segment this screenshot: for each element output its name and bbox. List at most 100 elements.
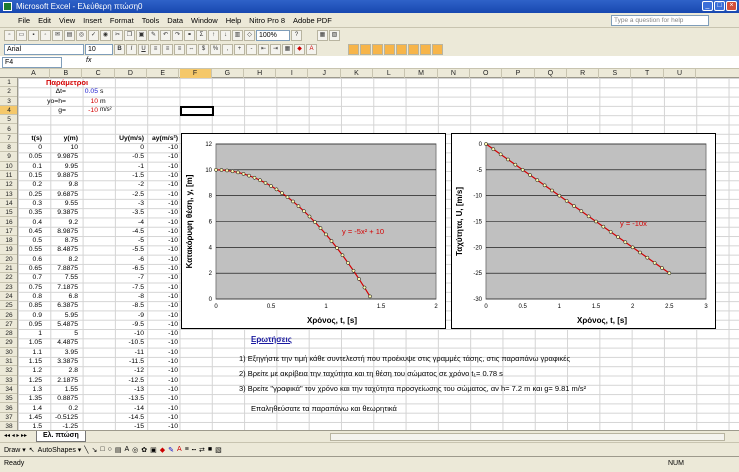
acrobat-icon-8[interactable] [432,43,443,55]
percent-icon[interactable]: % [210,43,221,55]
table-cell[interactable]: 9.8875 [50,171,78,180]
table-cell[interactable]: 5 [50,329,78,338]
menu-item-help[interactable]: Help [222,16,245,25]
column-header-k[interactable]: K [341,69,373,78]
table-cell[interactable]: 0.85 [18,301,42,310]
table-cell[interactable]: -10 [146,413,178,422]
table-cell[interactable]: 0.8875 [50,394,78,403]
table-cell[interactable]: -10.5 [114,338,145,347]
table-cell[interactable]: 0.5 [18,236,42,245]
acrobat-icon-2[interactable] [360,43,371,55]
table-cell[interactable]: -10 [146,199,178,208]
increase-indent-icon[interactable]: ⇥ [270,43,281,55]
row-header[interactable]: 7 [0,134,17,144]
table-cell[interactable]: -1 [114,162,144,171]
row-header[interactable]: 24 [0,292,17,302]
table-cell[interactable]: -10 [146,338,178,347]
clipart-icon[interactable]: ✿ [141,446,147,454]
pointer-icon[interactable]: ↖ [29,446,35,454]
table-cell[interactable]: -0.5125 [50,413,78,422]
align-center-icon[interactable]: ≡ [162,43,173,55]
table-cell[interactable]: 0.35 [18,208,42,217]
table-cell[interactable]: -10 [146,152,178,161]
cut-icon[interactable]: ✂ [112,29,123,41]
sort-ascending-icon[interactable]: ↑ [208,29,219,41]
column-header-m[interactable]: M [406,69,438,78]
table-cell[interactable]: 0.45 [18,227,42,236]
table-cell[interactable]: -3.5 [114,208,144,217]
row-header[interactable]: 1 [0,78,17,88]
row-header[interactable]: 18 [0,236,17,246]
table-cell[interactable]: 0.9 [18,311,42,320]
table-cell[interactable]: 6.3875 [50,301,78,310]
table-cell[interactable]: 8.9875 [50,227,78,236]
row-header[interactable]: 2 [0,87,17,97]
table-cell[interactable]: -10 [146,190,178,199]
active-cell-f4[interactable] [180,105,214,116]
comma-icon[interactable]: , [222,43,233,55]
table-cell[interactable]: 5.4875 [50,320,78,329]
column-header-g[interactable]: G [212,69,244,78]
menu-item-view[interactable]: View [55,16,79,25]
rectangle-icon[interactable]: □ [100,446,104,453]
table-cell[interactable]: -10 [146,385,178,394]
table-cell[interactable]: -10 [146,218,178,227]
table-cell[interactable]: 0.4 [18,218,42,227]
table-cell[interactable]: -12.5 [114,376,145,385]
help-icon[interactable]: ? [291,29,302,41]
table-cell[interactable]: 7.1875 [50,283,78,292]
sheet-tab-active[interactable]: Ελ. πτώση [36,431,86,442]
pdf-settings-icon[interactable]: ▧ [329,29,340,41]
table-cell[interactable]: -13.5 [114,394,145,403]
table-cell[interactable]: -1.25 [50,422,79,430]
row-header[interactable]: 4 [0,105,17,116]
table-cell[interactable]: 0 [18,143,42,152]
column-header-u[interactable]: U [664,69,696,78]
row-header[interactable]: 25 [0,301,17,311]
table-cell[interactable]: -10 [146,292,178,301]
menu-item-tools[interactable]: Tools [138,16,164,25]
row-header[interactable]: 5 [0,115,17,125]
table-cell[interactable]: -10 [146,180,178,189]
font-size-select[interactable]: 10 [85,43,113,55]
row-header[interactable]: 34 [0,385,17,395]
column-header-t[interactable]: T [632,69,664,78]
table-cell[interactable]: -14.5 [114,413,145,422]
velocity-chart[interactable]: 0 -5 -10 -15 -20 -25 -30 0 0.5 1 1.5 2 2.5 3 y = -10x Χ… [451,133,716,329]
line-icon[interactable]: ╲ [84,446,88,454]
column-header-b[interactable]: B [50,69,83,78]
table-cell[interactable]: -14 [114,404,144,413]
row-header[interactable]: 35 [0,394,17,404]
table-cell[interactable]: -1.5 [114,171,144,180]
table-cell[interactable]: -11 [114,348,144,357]
acrobat-icon-3[interactable] [372,43,383,55]
table-cell[interactable]: -10 [146,320,178,329]
table-cell[interactable]: -4.5 [114,227,144,236]
column-header-o[interactable]: O [470,69,503,78]
table-cell[interactable]: 0.8 [18,292,42,301]
maximize-button[interactable]: □ [714,1,725,11]
increase-decimal-icon[interactable]: + [234,43,245,55]
align-left-icon[interactable]: ≡ [150,43,161,55]
minimize-button[interactable]: _ [702,1,713,11]
shadow-icon[interactable]: ■ [208,446,212,453]
table-cell[interactable]: 7.55 [50,273,78,282]
excel-app-icon[interactable] [3,2,12,11]
table-cell[interactable]: -10 [146,273,178,282]
table-cell[interactable]: -8.5 [114,301,144,310]
table-cell[interactable]: 1.2 [18,366,42,375]
table-cell[interactable]: -10 [146,348,178,357]
undo-icon[interactable]: ↶ [160,29,171,41]
table-cell[interactable]: 9.8 [50,180,78,189]
menu-item-file[interactable]: File [14,16,34,25]
row-header[interactable]: 29 [0,338,17,348]
table-cell[interactable]: -8 [114,292,144,301]
row-header[interactable]: 13 [0,190,17,199]
row-header[interactable]: 15 [0,208,17,218]
column-header-d[interactable]: D [115,69,147,78]
drawing-icon[interactable]: ◇ [244,29,255,41]
table-cell[interactable]: 0.2 [50,404,78,413]
table-cell[interactable]: -10 [146,301,178,310]
table-cell[interactable]: -3 [114,199,144,208]
redo-icon[interactable]: ↷ [172,29,183,41]
